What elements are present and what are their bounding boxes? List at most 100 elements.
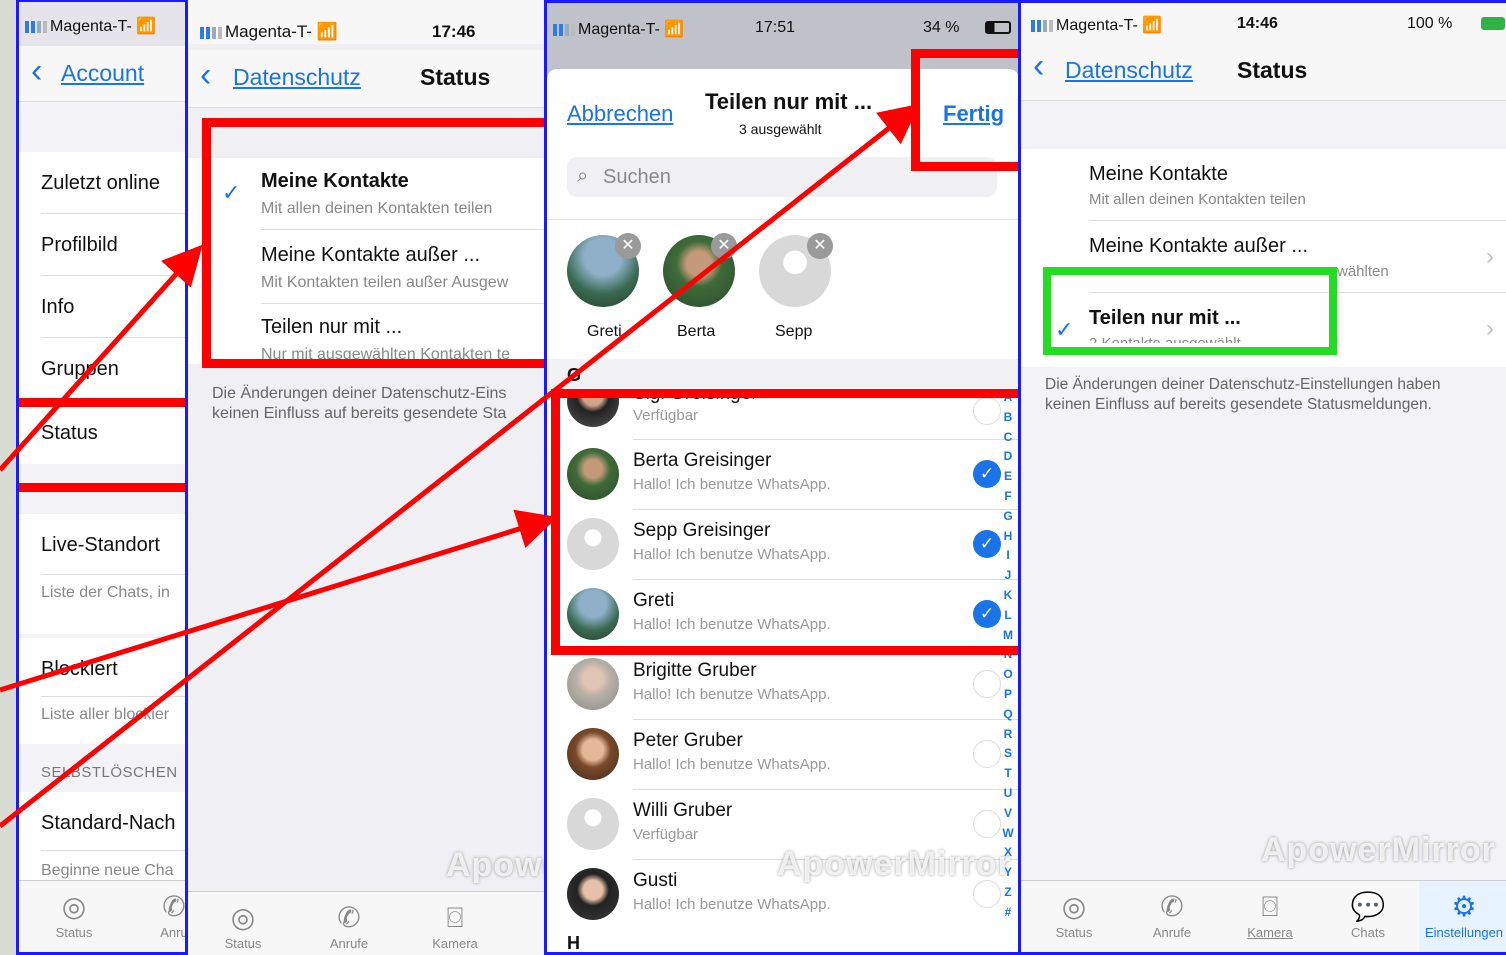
list-item[interactable]: Zuletzt online (19, 152, 185, 214)
back-button[interactable]: Datenschutz (1065, 57, 1193, 84)
tab-calls[interactable]: ✆ Anru (129, 889, 188, 940)
tab-label: Anru (160, 925, 188, 940)
privacy-note: Die Änderungen deiner Datenschutz-Eins k… (212, 385, 507, 422)
signal-icon (553, 23, 575, 36)
sheet-subtitle: 3 ausgewählt (739, 121, 822, 137)
index-letter[interactable]: Q (1001, 705, 1015, 725)
tab-bar: ◎ Status ✆ Anrufe ⌼ Kamera 💬 Chats ⚙ Einstell… (1021, 880, 1506, 952)
tab-label: Anrufe (1152, 925, 1192, 940)
option-label: Meine Kontakte (1089, 163, 1228, 185)
tab-status[interactable]: ◎ Status (1029, 889, 1119, 940)
list-item[interactable]: Profilbild (19, 214, 185, 276)
battery-icon (985, 21, 1011, 34)
back-chevron-icon[interactable]: ‹ (31, 52, 42, 91)
index-letter[interactable]: T (1001, 764, 1015, 784)
tab-calls[interactable]: ✆ Anrufe (304, 900, 394, 951)
tab-label: Anrufe (329, 936, 369, 951)
option-my-contacts[interactable]: Meine Kontakte Mit allen deinen Kontakte… (1021, 149, 1506, 221)
section-header: SELBSTLÖSCHEN (41, 764, 178, 781)
back-chevron-icon[interactable]: ‹ (1033, 47, 1044, 86)
gear-icon: ⚙ (1451, 891, 1477, 922)
tab-settings[interactable]: ⚙ Einstellungen (1419, 881, 1506, 952)
list-item[interactable]: Peter Gruber Hallo! Ich benutze WhatsApp… (547, 720, 1019, 789)
select-circle[interactable] (973, 810, 1001, 838)
search-placeholder: Suchen (603, 166, 671, 188)
selected-contact[interactable]: ✕ Berta (663, 233, 737, 345)
battery-label: 34 % (923, 19, 960, 36)
avatar (567, 658, 619, 710)
back-chevron-icon[interactable]: ‹ (200, 56, 211, 95)
row-label: Profilbild (41, 234, 118, 256)
selected-contact[interactable]: ✕ Greti (567, 233, 641, 345)
battery-label: 100 % (1407, 15, 1453, 32)
status-ring-icon: ◎ (230, 902, 256, 933)
back-button[interactable]: Datenschutz (233, 64, 361, 91)
index-letter[interactable]: O (1001, 665, 1015, 685)
remove-icon[interactable]: ✕ (711, 233, 737, 259)
tab-chats[interactable]: 💬 Chats (1323, 889, 1413, 940)
live-location-row[interactable]: Live-Standort Liste der Chats, in (19, 514, 185, 634)
contact-name: Peter Gruber (633, 730, 743, 751)
tab-bar: ◎ Status ✆ Anrufe ⌼ Kamera (188, 891, 548, 955)
page-title: Status (1237, 57, 1308, 83)
index-letter[interactable]: S (1001, 744, 1015, 764)
status-bar: Magenta-T- 📶 (19, 2, 185, 46)
row-label: Standard-Nach (41, 812, 176, 834)
contact-status: Verfügbar (633, 826, 699, 843)
phone-icon: ✆ (337, 902, 361, 933)
blocked-row[interactable]: Blockiert Liste aller blockier (19, 638, 185, 744)
chevron-right-icon: › (1486, 315, 1494, 342)
section-letter: H (567, 933, 580, 953)
highlight-options (202, 118, 548, 368)
status-bar: Magenta-T- 📶 14:46 100 % (1021, 3, 1506, 47)
cancel-button[interactable]: Abbrechen (567, 101, 673, 127)
contact-name: Willi Gruber (633, 800, 733, 821)
wifi-icon: 📶 (136, 18, 157, 35)
tab-label: Kamera (432, 936, 478, 951)
list-item[interactable]: Info (19, 276, 185, 338)
index-letter[interactable]: V (1001, 804, 1015, 824)
panel-status-privacy-result: Magenta-T- 📶 14:46 100 % ‹ Datenschutz S… (1018, 0, 1506, 955)
signal-icon (1031, 19, 1053, 32)
carrier-label: Magenta-T- (578, 21, 660, 38)
select-circle[interactable] (973, 740, 1001, 768)
option-label: Meine Kontakte außer ... (1089, 235, 1309, 257)
select-circle[interactable] (973, 880, 1001, 908)
status-ring-icon: ◎ (61, 891, 87, 922)
selected-name: Greti (587, 323, 622, 340)
tab-camera[interactable]: ⌼ Kamera (1225, 889, 1315, 940)
nav-bar: ‹ Datenschutz Status (188, 50, 548, 108)
select-circle[interactable] (973, 670, 1001, 698)
row-label: Zuletzt online (41, 172, 160, 194)
page-title: Status (420, 64, 491, 90)
tab-label: Status (1055, 925, 1093, 940)
selected-name: Sepp (775, 323, 813, 340)
remove-icon[interactable]: ✕ (807, 233, 833, 259)
tab-status[interactable]: ◎ Status (198, 900, 288, 951)
wifi-icon: 📶 (664, 21, 685, 38)
index-letter[interactable]: # (1001, 903, 1015, 923)
contact-status: Hallo! Ich benutze WhatsApp. (633, 756, 831, 773)
index-letter[interactable]: R (1001, 725, 1015, 745)
panel-status-privacy: Magenta-T- 📶 17:46 ‹ Datenschutz Status … (188, 0, 548, 955)
remove-icon[interactable]: ✕ (615, 233, 641, 259)
selected-contact[interactable]: ✕ Sepp (759, 233, 833, 345)
index-letter[interactable]: Z (1001, 883, 1015, 903)
chat-bubbles-icon: 💬 (1350, 891, 1386, 922)
search-icon: ⌕ (577, 165, 589, 187)
index-letter[interactable]: U (1001, 784, 1015, 804)
back-button[interactable]: Account (61, 60, 144, 87)
section-header-h: H (547, 929, 1019, 953)
tab-calls[interactable]: ✆ Anrufe (1127, 889, 1217, 940)
list-item[interactable]: Gruppen (19, 338, 185, 400)
tab-camera[interactable]: ⌼ Kamera (410, 900, 500, 951)
row-label: Blockiert (41, 658, 118, 680)
list-item[interactable]: Brigitte Gruber Hallo! Ich benutze Whats… (547, 650, 1019, 719)
tab-status[interactable]: ◎ Status (29, 889, 119, 940)
wifi-icon: 📶 (316, 22, 338, 41)
signal-icon (200, 26, 222, 39)
index-letter[interactable]: P (1001, 685, 1015, 705)
default-timer-row[interactable]: Standard-Nach Beginne neue Cha (19, 792, 185, 888)
contact-name: Brigitte Gruber (633, 660, 757, 681)
index-letter[interactable]: W (1001, 824, 1015, 844)
